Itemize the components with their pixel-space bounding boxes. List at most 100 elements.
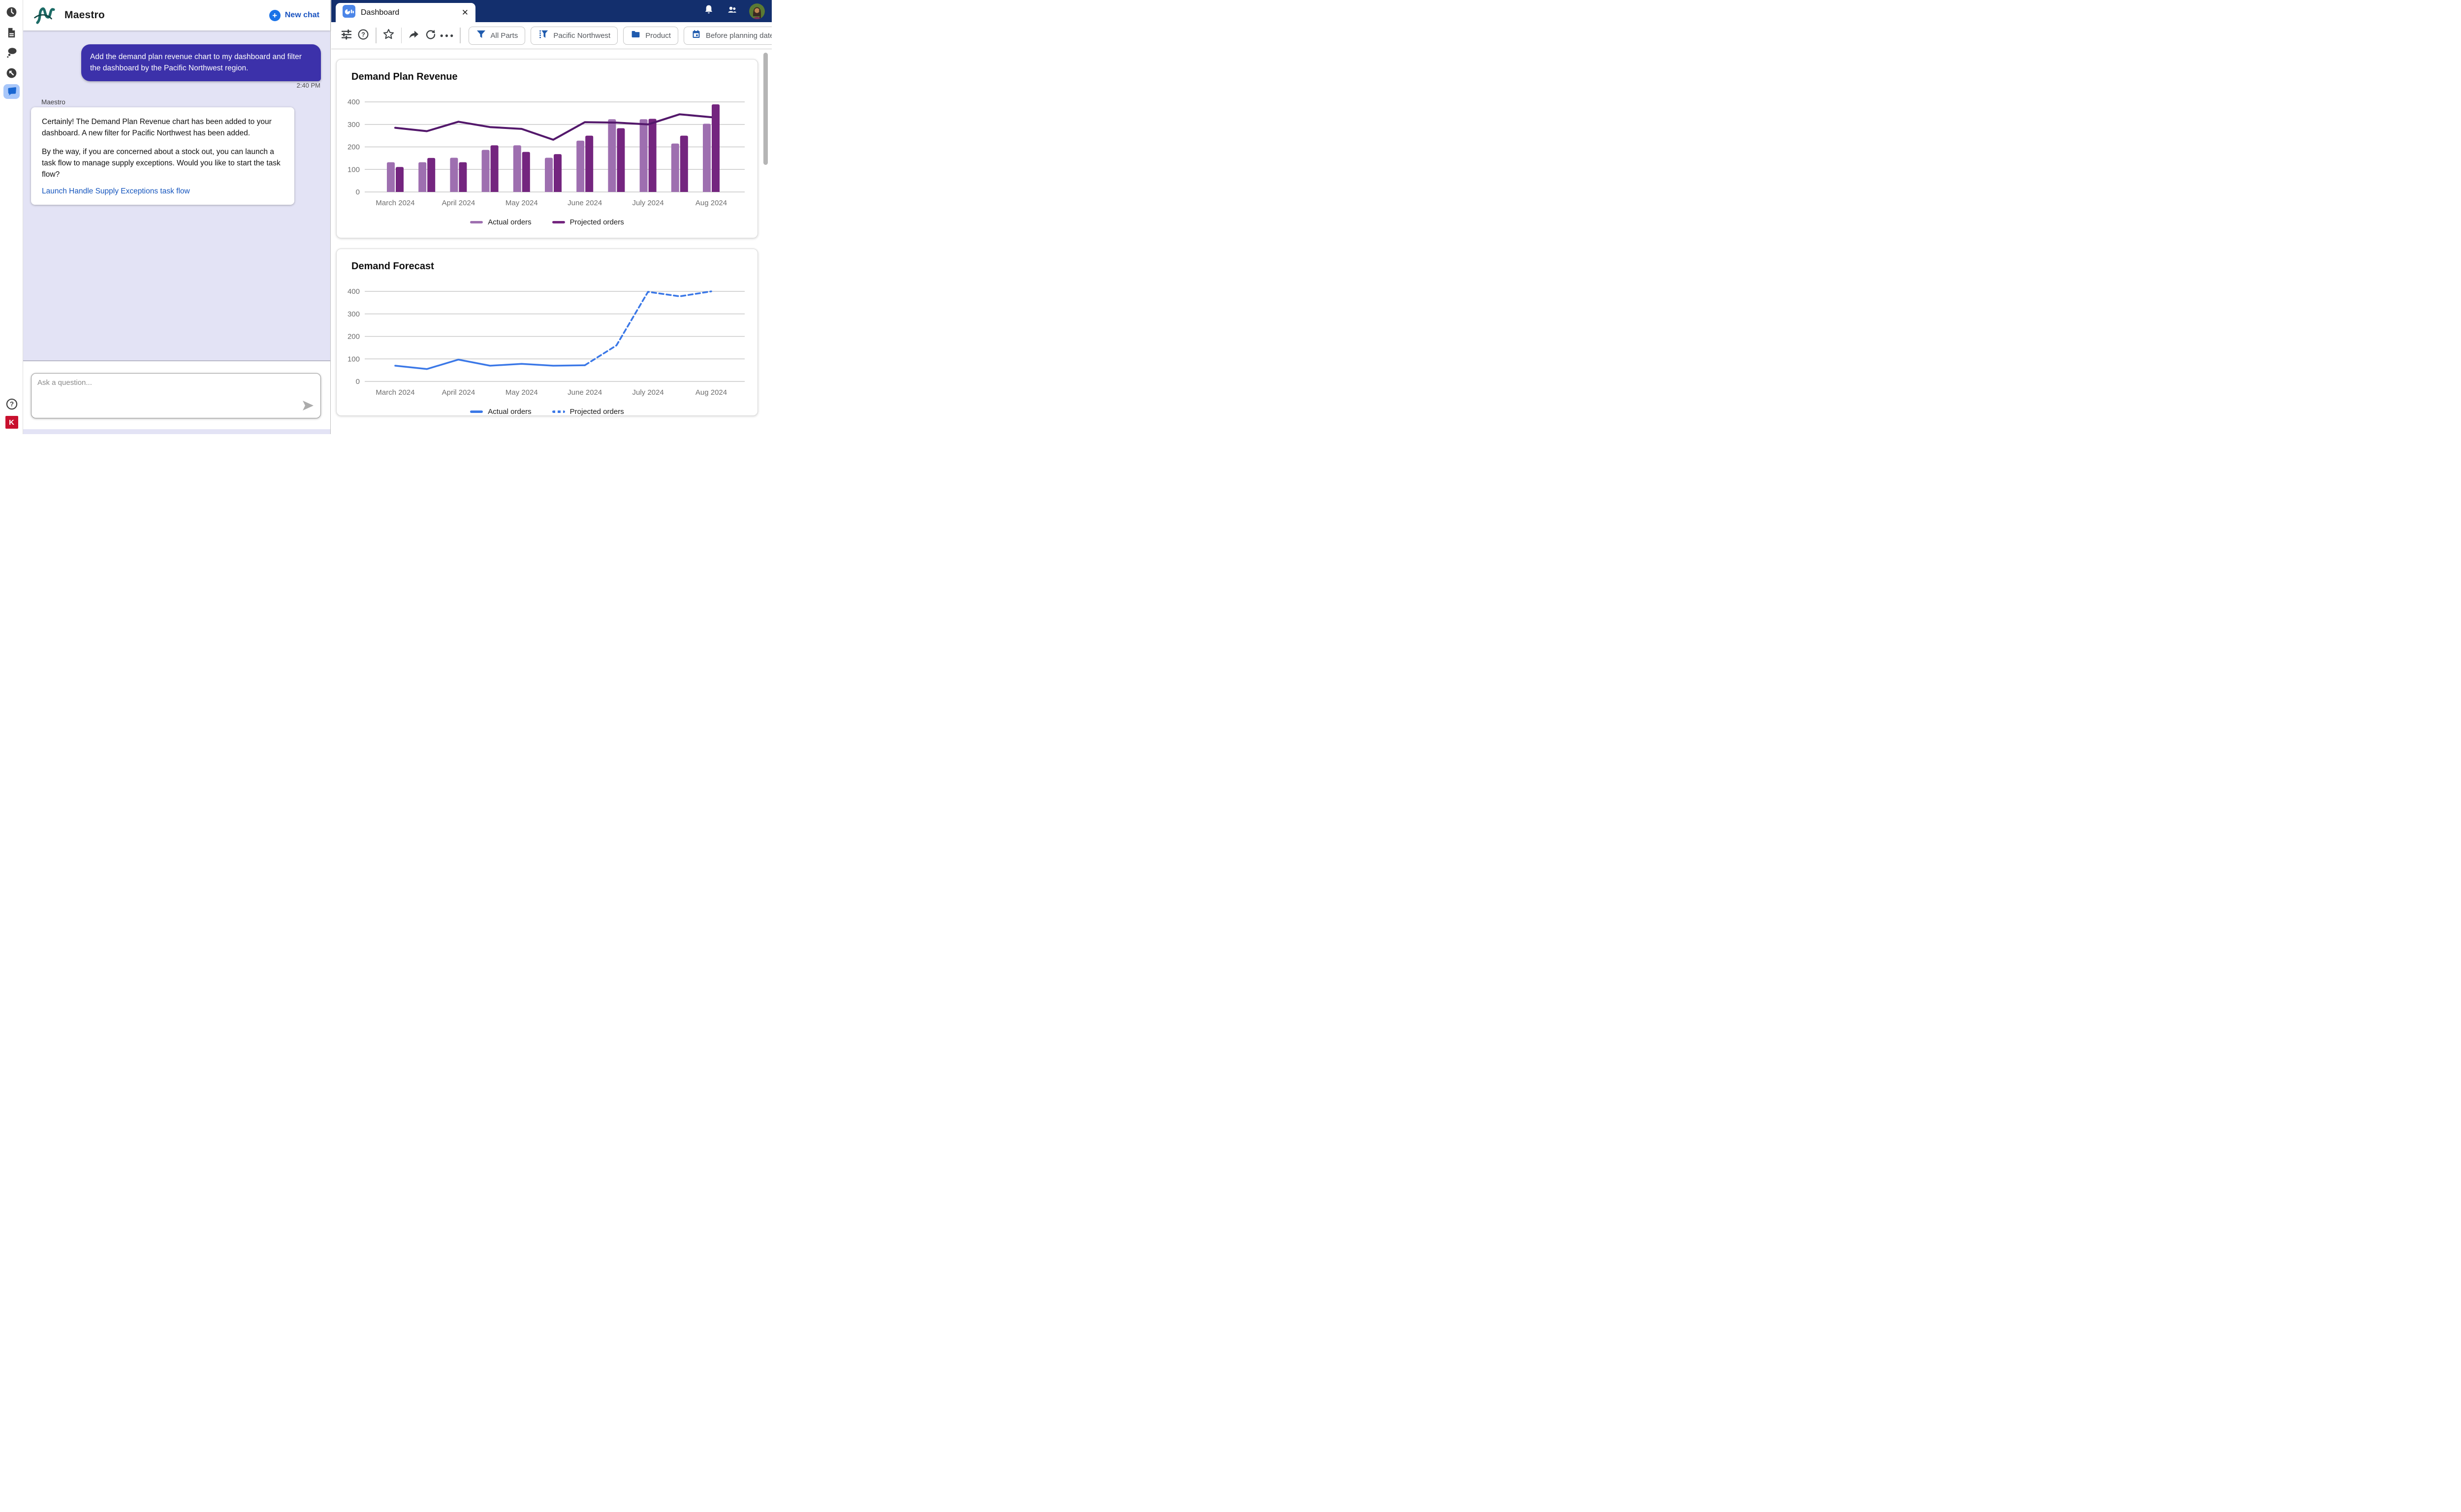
chip-pacific-northwest[interactable]: Pacific Northwest bbox=[531, 27, 618, 45]
chart-title: Demand Forecast bbox=[351, 261, 434, 272]
svg-text:?: ? bbox=[361, 31, 365, 38]
demand-forecast-card: Demand Forecast 0100200300400March 2024A… bbox=[336, 249, 758, 416]
svg-text:100: 100 bbox=[347, 165, 360, 174]
thoughts-button[interactable] bbox=[3, 45, 20, 60]
chat-header: Maestro + New chat bbox=[23, 0, 330, 31]
svg-text:0: 0 bbox=[356, 188, 360, 196]
svg-text:Aug 2024: Aug 2024 bbox=[695, 388, 727, 397]
ellipsis-icon: ●●● bbox=[440, 32, 455, 39]
app-root: ? K Maestro + New chat Add the demand pl… bbox=[0, 0, 772, 434]
demand-forecast-chart: 0100200300400March 2024April 2024May 202… bbox=[345, 284, 747, 402]
svg-text:July 2024: July 2024 bbox=[632, 388, 663, 397]
plus-icon: + bbox=[269, 10, 281, 21]
legend-swatch-solid-icon bbox=[552, 221, 565, 223]
chip-label: Product bbox=[645, 32, 671, 40]
svg-text:200: 200 bbox=[347, 143, 360, 152]
user-message-bubble: Add the demand plan revenue chart to my … bbox=[81, 44, 321, 81]
refresh-button[interactable] bbox=[422, 27, 439, 44]
maestro-logo-icon bbox=[34, 4, 59, 27]
user-message-text: Add the demand plan revenue chart to my … bbox=[90, 53, 302, 72]
notifications-bell-icon[interactable] bbox=[703, 4, 715, 18]
assistant-message-card: Certainly! The Demand Plan Revenue chart… bbox=[31, 107, 294, 205]
legend-item: Projected orders bbox=[552, 408, 624, 416]
launch-task-flow-link[interactable]: Launch Handle Supply Exceptions task flo… bbox=[42, 187, 190, 196]
documents-button[interactable] bbox=[3, 25, 20, 40]
filter-data-icon bbox=[538, 29, 549, 42]
legend-item: Actual orders bbox=[470, 408, 531, 416]
history-button[interactable] bbox=[3, 4, 20, 19]
people-icon[interactable] bbox=[726, 4, 738, 18]
dashboard-tab-icon bbox=[343, 5, 355, 20]
filter-icon bbox=[476, 29, 486, 42]
svg-text:June 2024: June 2024 bbox=[568, 199, 602, 207]
svg-text:100: 100 bbox=[347, 355, 360, 363]
svg-text:200: 200 bbox=[347, 333, 360, 341]
user-avatar[interactable] bbox=[749, 3, 765, 19]
svg-text:400: 400 bbox=[347, 287, 360, 296]
topbar-actions bbox=[703, 0, 765, 22]
toolbar-divider bbox=[376, 28, 377, 43]
legend-label: Actual orders bbox=[488, 408, 531, 416]
toolbar-divider bbox=[460, 28, 461, 43]
svg-text:March 2024: March 2024 bbox=[376, 388, 414, 397]
folder-icon bbox=[631, 29, 641, 42]
document-icon bbox=[6, 27, 17, 38]
chip-product[interactable]: Product bbox=[623, 27, 678, 45]
open-external-button[interactable] bbox=[3, 65, 20, 80]
chart-title: Demand Plan Revenue bbox=[351, 71, 458, 83]
filter-chips: All Parts Pacific Northwest Product bbox=[469, 27, 772, 45]
chart-legend: Actual orders Projected orders bbox=[337, 408, 757, 416]
new-chat-button[interactable]: + New chat bbox=[269, 10, 319, 21]
chip-all-parts[interactable]: All Parts bbox=[469, 27, 526, 45]
chat-panel: Maestro + New chat Add the demand plan r… bbox=[23, 0, 331, 434]
refresh-icon bbox=[425, 29, 437, 43]
chip-label: All Parts bbox=[491, 32, 518, 40]
close-icon[interactable]: ✕ bbox=[462, 8, 469, 17]
svg-text:Aug 2024: Aug 2024 bbox=[695, 199, 727, 207]
legend-swatch-solid-icon bbox=[470, 410, 483, 413]
arrow-up-left-icon bbox=[5, 67, 18, 79]
share-button[interactable] bbox=[406, 27, 422, 44]
svg-text:April 2024: April 2024 bbox=[442, 199, 475, 207]
legend-swatch-solid-icon bbox=[470, 221, 483, 223]
legend-item: Actual orders bbox=[470, 218, 531, 226]
svg-text:0: 0 bbox=[356, 378, 360, 386]
dashboard-panel: Dashboard ✕ bbox=[331, 0, 772, 434]
kinaxis-logo[interactable]: K bbox=[3, 415, 20, 430]
favorite-button[interactable] bbox=[380, 27, 397, 44]
legend-label: Actual orders bbox=[488, 218, 531, 226]
more-options-button[interactable]: ●●● bbox=[439, 27, 456, 44]
chat-footer bbox=[23, 362, 330, 429]
icon-rail: ? K bbox=[0, 0, 23, 434]
new-chat-label: New chat bbox=[285, 11, 319, 20]
chip-before-planning-date[interactable]: Before planning date 6 months bbox=[684, 27, 772, 45]
send-icon[interactable] bbox=[303, 401, 314, 413]
scrollbar-thumb[interactable] bbox=[763, 53, 768, 165]
kinaxis-k-icon: K bbox=[5, 416, 18, 429]
chat-input[interactable] bbox=[37, 378, 301, 413]
chat-button[interactable] bbox=[3, 84, 20, 99]
svg-text:?: ? bbox=[9, 401, 13, 408]
tab-title: Dashboard bbox=[361, 8, 399, 17]
legend-swatch-dashed-icon bbox=[552, 410, 565, 413]
svg-text:April 2024: April 2024 bbox=[442, 388, 475, 397]
demand-plan-revenue-card: Demand Plan Revenue 0 100 200 300 400 March 2… bbox=[336, 59, 758, 238]
tab-dashboard[interactable]: Dashboard ✕ bbox=[336, 3, 475, 22]
clock-icon bbox=[5, 6, 18, 18]
svg-text:March 2024: March 2024 bbox=[376, 199, 414, 207]
toolbar-divider bbox=[401, 28, 402, 43]
svg-text:400: 400 bbox=[347, 98, 360, 106]
thought-bubble-icon bbox=[6, 47, 18, 59]
sliders-icon bbox=[341, 29, 352, 43]
assistant-paragraph-2: By the way, if you are concerned about a… bbox=[42, 146, 284, 181]
help-button[interactable]: ? bbox=[3, 397, 20, 411]
dashboard-toolbar: ? ●●● bbox=[331, 22, 772, 49]
message-timestamp: 2:40 PM bbox=[297, 82, 320, 89]
help-tool-button[interactable]: ? bbox=[355, 27, 372, 44]
view-settings-button[interactable] bbox=[338, 27, 355, 44]
chat-message-list: Add the demand plan revenue chart to my … bbox=[23, 31, 330, 361]
legend-item: Projected orders bbox=[552, 218, 624, 226]
calendar-icon bbox=[691, 29, 701, 42]
svg-text:May 2024: May 2024 bbox=[505, 199, 538, 207]
svg-text:300: 300 bbox=[347, 121, 360, 129]
